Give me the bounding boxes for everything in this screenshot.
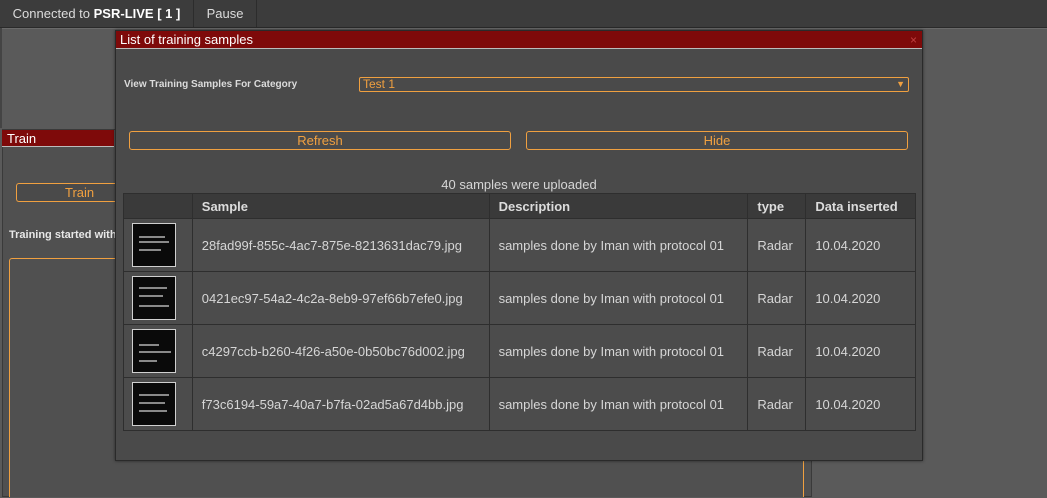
sample-thumbnail[interactable] — [132, 382, 176, 426]
server-name: PSR-LIVE [ 1 ] — [93, 6, 181, 21]
category-select[interactable]: Test 1 ▼ — [359, 77, 909, 92]
table-row[interactable]: 28fad99f-855c-4ac7-875e-8213631dac79.jpg… — [123, 218, 916, 272]
sample-thumbnail[interactable] — [132, 329, 176, 373]
category-selected-value: Test 1 — [363, 77, 396, 91]
dialog-title: List of training samples — [120, 32, 253, 47]
sample-date: 10.04.2020 — [805, 324, 916, 378]
table-row[interactable]: c4297ccb-b260-4f26-a50e-0b50bc76d002.jpg… — [123, 324, 916, 378]
table-header-row: Sample Description type Data inserted — [123, 193, 916, 219]
upload-status-text: 40 samples were uploaded — [441, 177, 597, 192]
pause-button[interactable]: Pause — [194, 0, 257, 27]
column-header-date[interactable]: Data inserted — [805, 193, 916, 219]
sample-description: samples done by Iman with protocol 01 — [488, 218, 749, 272]
sample-date: 10.04.2020 — [805, 218, 916, 272]
sample-description: samples done by Iman with protocol 01 — [488, 324, 749, 378]
training-status-text: Training started with — [9, 229, 115, 241]
refresh-button[interactable]: Refresh — [129, 131, 511, 150]
sample-name: c4297ccb-b260-4f26-a50e-0b50bc76d002.jpg — [191, 324, 490, 378]
column-header-sample[interactable]: Sample — [191, 193, 490, 219]
train-button[interactable]: Train — [16, 183, 116, 202]
column-header-type[interactable]: type — [747, 193, 807, 219]
sample-type: Radar — [747, 324, 807, 378]
sample-name: 28fad99f-855c-4ac7-875e-8213631dac79.jpg — [191, 218, 490, 272]
column-header-thumbnail — [123, 193, 193, 219]
sample-type: Radar — [747, 218, 807, 272]
top-toolbar: Connected to PSR-LIVE [ 1 ] Pause — [0, 0, 1047, 28]
sample-name: 0421ec97-54a2-4c2a-8eb9-97ef66b7efe0.jpg — [191, 271, 490, 325]
hide-button[interactable]: Hide — [526, 131, 908, 150]
train-panel-title: Train — [2, 130, 114, 147]
sample-thumbnail[interactable] — [132, 276, 176, 320]
sample-date: 10.04.2020 — [805, 271, 916, 325]
sample-description: samples done by Iman with protocol 01 — [488, 377, 749, 431]
thumbnail-cell — [123, 218, 193, 272]
thumbnail-cell — [123, 324, 193, 378]
training-samples-dialog: List of training samples × View Training… — [115, 30, 923, 461]
sample-type: Radar — [747, 377, 807, 431]
dialog-title-bar[interactable]: List of training samples × — [116, 31, 922, 49]
connection-status: Connected to PSR-LIVE [ 1 ] — [0, 0, 194, 27]
category-label: View Training Samples For Category — [124, 79, 298, 90]
sample-thumbnail[interactable] — [132, 223, 176, 267]
column-header-description[interactable]: Description — [488, 193, 749, 219]
samples-table: Sample Description type Data inserted 28… — [123, 193, 916, 431]
thumbnail-cell — [123, 377, 193, 431]
workspace-divider — [0, 28, 2, 128]
sample-date: 10.04.2020 — [805, 377, 916, 431]
dropdown-arrow-icon: ▼ — [896, 79, 905, 89]
connection-prefix: Connected to — [12, 6, 91, 21]
table-row[interactable]: f73c6194-59a7-40a7-b7fa-02ad5a67d4bb.jpg… — [123, 377, 916, 431]
thumbnail-cell — [123, 271, 193, 325]
table-row[interactable]: 0421ec97-54a2-4c2a-8eb9-97ef66b7efe0.jpg… — [123, 271, 916, 325]
sample-type: Radar — [747, 271, 807, 325]
sample-name: f73c6194-59a7-40a7-b7fa-02ad5a67d4bb.jpg — [191, 377, 490, 431]
close-icon[interactable]: × — [910, 31, 917, 49]
sample-description: samples done by Iman with protocol 01 — [488, 271, 749, 325]
